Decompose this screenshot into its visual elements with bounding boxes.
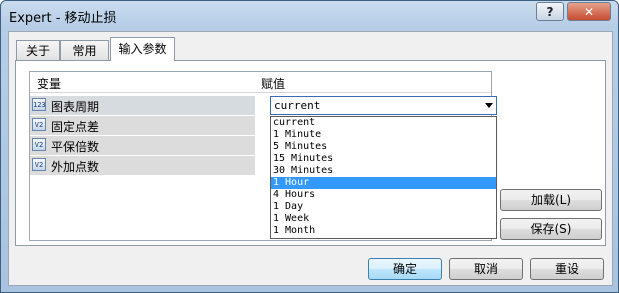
param-label: 外加点数 (51, 160, 100, 174)
double-type-icon: V2 (32, 138, 46, 151)
parameter-grid: 变量 赋值 123 图表周期 V2 固定点差 V2 平保倍数 V2 外加点数 c… (29, 71, 497, 241)
combobox-value: current (274, 99, 321, 112)
tab-about[interactable]: 关于 (16, 40, 60, 60)
param-label: 固定点差 (51, 120, 100, 134)
column-header-value[interactable]: 赋值 (261, 75, 285, 92)
dialog-body: 关于 常用 输入参数 变量 赋值 123 图表周期 V2 固定点差 V2 平保倍… (8, 31, 613, 286)
title-bar[interactable]: Expert - 移动止损 ? ✕ (1, 1, 618, 29)
double-type-icon: V2 (32, 118, 46, 131)
param-row-extra-points[interactable]: V2 外加点数 (30, 156, 255, 175)
dropdown-option[interactable]: 1 Day (271, 201, 496, 213)
dropdown-option[interactable]: 15 Minutes (271, 153, 496, 165)
window-title: Expert - 移动止损 (9, 11, 117, 26)
close-button[interactable]: ✕ (567, 2, 611, 21)
param-row-fixed-spread[interactable]: V2 固定点差 (30, 116, 255, 135)
timeframe-combobox[interactable]: current (270, 96, 497, 115)
save-button[interactable]: 保存(S) (500, 218, 602, 240)
dropdown-option[interactable]: 4 Hours (271, 189, 496, 201)
tab-inputs[interactable]: 输入参数 (110, 37, 175, 61)
param-row-breakeven-multiple[interactable]: V2 平保倍数 (30, 136, 255, 155)
dropdown-option[interactable]: 30 Minutes (271, 165, 496, 177)
chevron-down-icon[interactable] (485, 103, 493, 108)
param-label: 图表周期 (51, 100, 100, 114)
timeframe-dropdown-list: current 1 Minute 5 Minutes 15 Minutes 30… (270, 116, 497, 239)
param-row-chart-period[interactable]: 123 图表周期 (30, 96, 255, 115)
double-type-icon: V2 (32, 158, 46, 171)
dropdown-option[interactable]: current (271, 117, 496, 129)
column-header-variable[interactable]: 变量 (37, 75, 61, 92)
int-type-icon: 123 (32, 98, 46, 111)
cancel-button[interactable]: 取消 (449, 258, 523, 280)
dropdown-option[interactable]: 1 Month (271, 225, 496, 237)
dropdown-option[interactable]: 1 Minute (271, 129, 496, 141)
reset-button[interactable]: 重设 (530, 258, 604, 280)
param-label: 平保倍数 (51, 140, 100, 154)
dropdown-option[interactable]: 1 Week (271, 213, 496, 225)
grid-header: 变量 赋值 (30, 72, 491, 93)
load-button[interactable]: 加载(L) (500, 189, 602, 211)
ok-button[interactable]: 确定 (368, 258, 442, 280)
dialog-window: Expert - 移动止损 ? ✕ 关于 常用 输入参数 变量 赋值 123 图… (0, 0, 619, 293)
dropdown-option[interactable]: 5 Minutes (271, 141, 496, 153)
help-button[interactable]: ? (536, 2, 564, 21)
tab-common[interactable]: 常用 (60, 40, 109, 60)
dropdown-option-selected[interactable]: 1 Hour (271, 177, 496, 189)
inputs-tab-page: 变量 赋值 123 图表周期 V2 固定点差 V2 平保倍数 V2 外加点数 c… (15, 60, 606, 246)
